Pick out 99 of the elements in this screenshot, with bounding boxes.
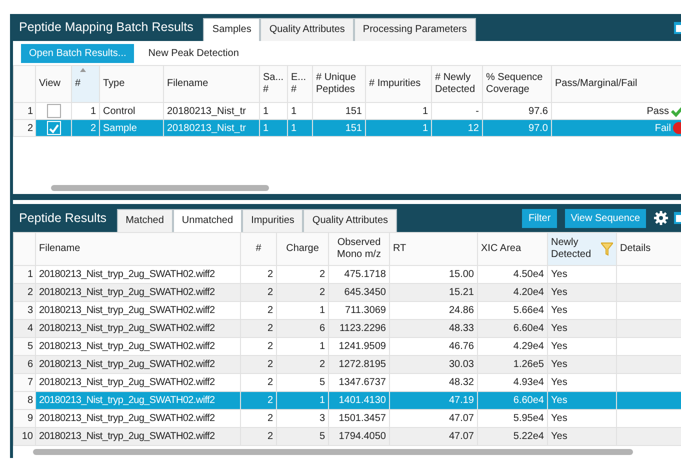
- tab[interactable]: Quality Attributes: [260, 18, 354, 41]
- row-header: 8: [14, 392, 36, 410]
- column-header[interactable]: % Sequence Coverage: [482, 66, 552, 102]
- table-cell: 20180213_Nist_tryp_2ug_SWATH02.wiff2: [36, 356, 240, 374]
- table-cell: 5.22e4: [478, 428, 548, 446]
- tab[interactable]: Quality Attributes: [303, 209, 398, 232]
- table-cell: 20180213_Nist_tryp_2ug_SWATH02.wiff2: [36, 284, 240, 302]
- column-header[interactable]: # Newly Detected: [432, 66, 482, 102]
- panel-title: Peptide Results: [19, 210, 107, 227]
- table-cell: 2: [276, 284, 328, 302]
- panel-title: Peptide Mapping Batch Results: [19, 19, 194, 36]
- column-header[interactable]: Observed Mono m/z: [328, 232, 390, 266]
- row-header: 4: [14, 320, 36, 338]
- table-cell: 2: [240, 428, 276, 446]
- check-icon: [48, 123, 60, 136]
- table-cell: 1272.8195: [328, 356, 390, 374]
- table-cell: 97.0: [482, 120, 552, 136]
- column-header[interactable]: Filename: [164, 66, 260, 102]
- table-cell: 47.07: [390, 428, 478, 446]
- column-header[interactable]: # Unique Peptides: [312, 66, 366, 102]
- column-header[interactable]: Details: [616, 232, 681, 266]
- row-header: 10: [14, 428, 36, 446]
- table-cell: Yes: [548, 284, 616, 302]
- row-header: 3: [14, 302, 36, 320]
- column-header[interactable]: RT: [390, 232, 478, 266]
- column-header[interactable]: #: [72, 66, 100, 102]
- table-cell: Yes: [548, 320, 616, 338]
- status-text: Pass: [646, 104, 669, 118]
- table-cell: 6.60e4: [478, 392, 548, 410]
- table-cell: Yes: [548, 428, 616, 446]
- table-cell: 6: [276, 320, 328, 338]
- table-cell: 5: [276, 428, 328, 446]
- table-cell: 1.26e5: [478, 356, 548, 374]
- column-header[interactable]: E... #: [288, 66, 312, 102]
- tab[interactable]: Processing Parameters: [354, 18, 476, 41]
- filter-icon: [601, 242, 613, 256]
- row-header: 2: [14, 284, 36, 302]
- row-header: 9: [14, 410, 36, 428]
- table-cell: 1: [276, 392, 328, 410]
- check-icon: [671, 105, 681, 117]
- table-row[interactable]: 8 20180213_Nist_tryp_2ug_SWATH02.wiff2 2 1 1401.4130 47.19 6.60e4 Yes: [14, 392, 681, 410]
- row-header: 1: [14, 266, 36, 284]
- table-cell: Yes: [548, 392, 616, 410]
- toolbar-link[interactable]: New Peak Detection: [148, 46, 239, 60]
- column-header[interactable]: Newly Detected: [548, 232, 616, 266]
- table-cell: Yes: [548, 356, 616, 374]
- table-cell: 2: [240, 392, 276, 410]
- table-cell: 2: [240, 320, 276, 338]
- table-cell: 2: [240, 284, 276, 302]
- row-header: 5: [14, 338, 36, 356]
- row-header: 7: [14, 374, 36, 392]
- checkbox[interactable]: [46, 104, 60, 118]
- column-header[interactable]: View: [36, 66, 72, 102]
- tab[interactable]: Unmatched: [172, 209, 242, 232]
- table-cell: 2: [240, 356, 276, 374]
- table-cell: 2: [276, 356, 328, 374]
- column-header[interactable]: Filename: [36, 232, 240, 266]
- column-header[interactable]: Type: [100, 66, 164, 102]
- row-header: 1: [14, 102, 36, 120]
- column-header[interactable]: #: [240, 232, 276, 266]
- table-cell: 645.3450: [328, 284, 390, 302]
- table-cell: 6.60e4: [478, 320, 548, 338]
- table-row[interactable]: 10 20180213_Nist_tryp_2ug_SWATH02.wiff2 2 5 1794.4050 47.07 5.22e4 Yes: [14, 428, 681, 446]
- tab[interactable]: Impurities: [242, 209, 304, 232]
- table-row[interactable]: 2 2 Sample 20180213_Nist_tr 1 1 151 1 12 97.0 Fail: [14, 120, 681, 136]
- table-cell: 20180213_Nist_tryp_2ug_SWATH02.wiff2: [36, 428, 240, 446]
- table-cell: 1794.4050: [328, 428, 390, 446]
- table-cell: Sample: [100, 120, 164, 136]
- status-text: Fail: [654, 122, 671, 136]
- column-header[interactable]: # Impurities: [366, 66, 432, 102]
- column-header[interactable]: Sa... #: [260, 66, 288, 102]
- table-row[interactable]: 4 20180213_Nist_tryp_2ug_SWATH02.wiff2 2 6 1123.2296 48.33 6.60e4 Yes: [14, 320, 681, 338]
- table-cell: 15.21: [390, 284, 478, 302]
- row-header: 6: [14, 356, 36, 374]
- sort-icon: [80, 68, 86, 72]
- table-cell: 151: [312, 120, 366, 136]
- table-cell: 20180213_Nist_tryp_2ug_SWATH02.wiff2: [36, 320, 240, 338]
- table-cell: 1: [288, 120, 312, 136]
- table-cell: 1: [260, 120, 288, 136]
- table-cell: 12: [432, 120, 482, 136]
- table-cell: 20180213_Nist_tryp_2ug_SWATH02.wiff2: [36, 392, 240, 410]
- tab[interactable]: Matched: [116, 209, 173, 232]
- column-header[interactable]: Charge: [276, 232, 328, 266]
- settings-icon[interactable]: [654, 211, 668, 225]
- table-cell: 1123.2296: [328, 320, 390, 338]
- column-header[interactable]: XIC Area: [478, 232, 548, 266]
- table-row[interactable]: 2 20180213_Nist_tryp_2ug_SWATH02.wiff2 2 2 645.3450 15.21 4.20e4 Yes: [14, 284, 681, 302]
- tab[interactable]: Samples: [203, 18, 260, 41]
- table-cell: 20180213_Nist_tr: [164, 120, 260, 136]
- column-header[interactable]: Pass/Marginal/Fail: [552, 66, 681, 102]
- table-cell: 48.33: [390, 320, 478, 338]
- table-cell: 1401.4130: [328, 392, 390, 410]
- table-cell: 2: [72, 120, 100, 136]
- table-cell: 47.19: [390, 392, 478, 410]
- table-cell: 1: [366, 120, 432, 136]
- row-header: 2: [14, 120, 36, 136]
- table-row[interactable]: 6 20180213_Nist_tryp_2ug_SWATH02.wiff2 2 2 1272.8195 30.03 1.26e5 Yes: [14, 356, 681, 374]
- table-cell: 4.20e4: [478, 284, 548, 302]
- table-cell: 30.03: [390, 356, 478, 374]
